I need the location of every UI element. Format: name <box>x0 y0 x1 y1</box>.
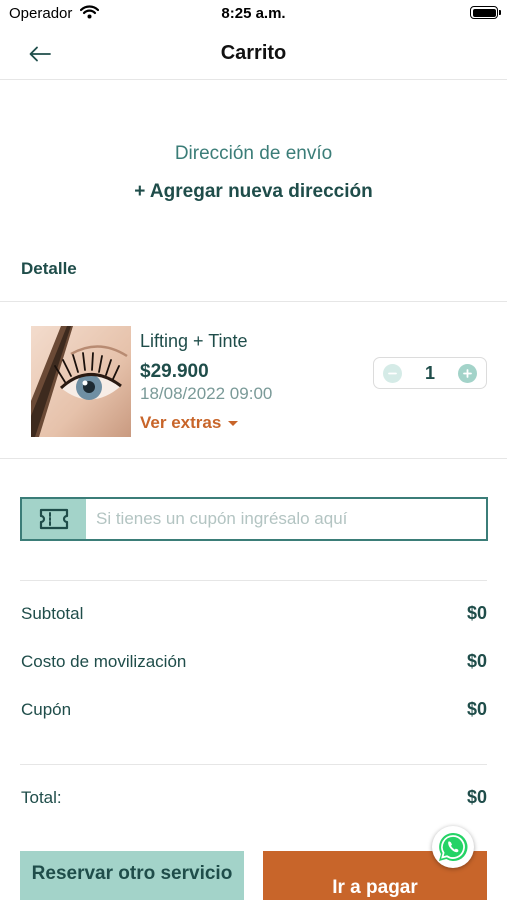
product-datetime: 18/08/2022 09:00 <box>140 384 273 403</box>
shipping-cost-label: Costo de movilización <box>21 652 187 671</box>
status-bar: Operador 8:25 a.m. <box>0 0 507 28</box>
ticket-icon <box>39 508 69 530</box>
product-image <box>31 326 131 437</box>
subtotal-label: Subtotal <box>21 604 84 623</box>
view-extras-label: Ver extras <box>140 413 222 432</box>
coupon-discount-label: Cupón <box>21 700 72 719</box>
shipping-cost-value: $0 <box>466 651 487 671</box>
coupon-input[interactable] <box>86 499 486 539</box>
divider <box>20 764 487 765</box>
increase-quantity-button[interactable] <box>458 364 477 383</box>
coupon-discount-value: $0 <box>466 699 487 719</box>
plus-icon <box>463 369 472 378</box>
status-time: 8:25 a.m. <box>221 5 286 22</box>
nav-bar: Carrito <box>0 28 507 80</box>
quantity-stepper: 1 <box>373 357 487 389</box>
shipping-address-label: Dirección de envío <box>174 143 333 164</box>
page-title: Carrito <box>220 42 287 64</box>
divider <box>0 458 507 459</box>
view-extras-link[interactable]: Ver extras <box>140 413 239 433</box>
product-price: $29.900 <box>140 361 209 382</box>
divider <box>20 580 487 581</box>
detail-section-title: Detalle <box>21 259 77 278</box>
coupon-icon-area <box>22 499 86 539</box>
whatsapp-button[interactable] <box>432 826 474 868</box>
battery-icon <box>470 6 501 19</box>
product-name: Lifting + Tinte <box>140 331 248 351</box>
whatsapp-icon <box>439 832 468 861</box>
coupon-field <box>20 497 488 541</box>
add-address-link[interactable]: + Agregar nueva dirección <box>0 181 507 203</box>
reserve-another-service-button[interactable]: Reservar otro servicio <box>20 851 244 900</box>
total-value: $0 <box>466 787 487 807</box>
subtotal-value: $0 <box>466 603 487 623</box>
caret-down-icon <box>228 420 239 426</box>
total-label: Total: <box>21 788 62 807</box>
divider <box>0 301 507 302</box>
